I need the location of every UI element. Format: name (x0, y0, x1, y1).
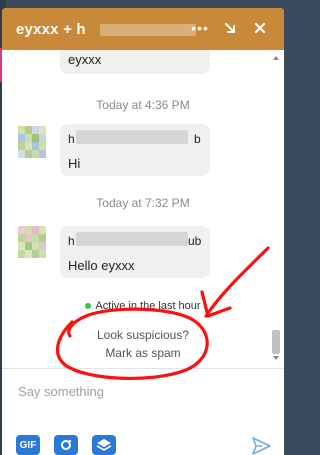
close-button[interactable] (250, 18, 270, 38)
chat-header[interactable]: eyxxx + h ••• (2, 8, 284, 50)
avatar (18, 126, 46, 158)
messages-pane[interactable]: eyxxx Today at 4:36 PM h b Hi Today at 7… (2, 50, 284, 368)
send-icon[interactable] (250, 435, 272, 455)
sender-name-end: ub (188, 234, 202, 248)
online-dot-icon (85, 303, 92, 310)
gif-button[interactable]: GIF (16, 435, 40, 455)
message-bubble-previous: eyxxx (60, 50, 210, 74)
blurred-sender-name (76, 232, 188, 246)
scroll-up-icon[interactable] (272, 54, 280, 62)
more-options-button[interactable]: ••• (190, 18, 210, 38)
camera-icon (61, 439, 72, 450)
sender-name-start: h (68, 234, 75, 248)
more-icon: ••• (191, 20, 209, 36)
blurred-sender-name (76, 130, 188, 144)
gif-icon: GIF (19, 439, 37, 451)
timestamp: Today at 7:32 PM (96, 196, 190, 210)
mark-as-spam-link[interactable]: Mark as spam (2, 346, 284, 360)
stickers-icon (96, 439, 112, 451)
message-text: eyxxx (68, 52, 102, 67)
sender-name-start: h (68, 132, 75, 146)
composer: GIF (2, 368, 284, 455)
chat-window: eyxxx + h ••• eyxxx Today at 4:36 PM h b… (2, 8, 284, 455)
blurred-title-text (100, 24, 196, 36)
camera-button[interactable] (54, 435, 78, 455)
active-status: Active in the last hour (2, 300, 284, 312)
avatar (18, 226, 46, 258)
scroll-down-icon[interactable] (272, 354, 280, 362)
shrink-icon (225, 23, 235, 33)
minimize-button[interactable] (220, 18, 240, 38)
message-text: Hello eyxxx (68, 258, 135, 273)
timestamp: Today at 4:36 PM (96, 98, 190, 112)
scrollbar-thumb[interactable] (272, 330, 280, 354)
chat-title[interactable]: eyxxx + h (16, 21, 86, 38)
message-input[interactable] (16, 379, 260, 403)
stickers-button[interactable] (92, 435, 116, 455)
message-bubble: h b Hi (60, 124, 210, 176)
spam-prompt: Look suspicious? Mark as spam (2, 328, 284, 360)
message-bubble: h ub Hello eyxxx (60, 226, 210, 278)
close-icon (254, 22, 266, 34)
spam-question: Look suspicious? (96, 328, 190, 342)
message-text: Hi (68, 156, 81, 171)
sender-name-end: b (194, 132, 201, 146)
active-status-text: Active in the last hour (95, 300, 201, 312)
scrollbar[interactable] (270, 54, 282, 362)
